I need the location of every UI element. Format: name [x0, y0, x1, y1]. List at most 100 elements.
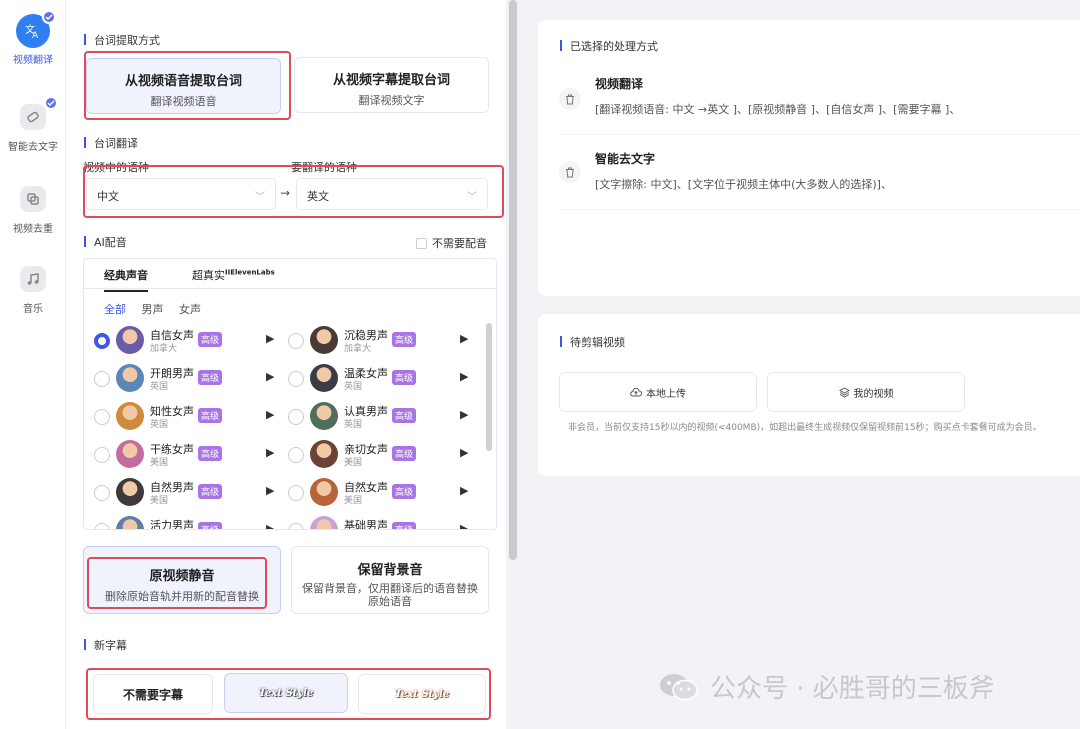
voice-item[interactable]: 干练女声 美国 高级 ▶ [94, 439, 284, 471]
voice-name: 活力男声 [150, 519, 194, 530]
premium-badge: 高级 [198, 332, 223, 347]
play-icon[interactable]: ▶ [266, 484, 274, 497]
premium-badge: 高级 [392, 446, 417, 461]
my-video-button[interactable]: 我的视频 [767, 372, 965, 412]
option-subtitle: 翻译视频文字 [358, 94, 425, 107]
wechat-icon [660, 673, 698, 700]
watermark: 公众号 · 必胜哥的三板斧 [658, 668, 995, 705]
voice-region: 美国 [344, 496, 363, 506]
nav-label: 智能去文字 [8, 142, 58, 153]
voice-radio[interactable] [288, 485, 304, 501]
premium-badge: 高级 [392, 484, 417, 499]
voice-radio[interactable] [94, 409, 110, 425]
voice-region: 美国 [344, 458, 363, 468]
nav-item-video-translate[interactable]: 文A 视频翻译 [0, 10, 66, 66]
play-icon[interactable]: ▶ [266, 370, 274, 383]
trash-icon[interactable] [559, 88, 581, 110]
watermark-text: 公众号 · 必胜哥的三板斧 [710, 674, 995, 704]
avatar [116, 326, 144, 354]
music-icon [20, 266, 46, 292]
voice-item[interactable]: 知性女声 英国 高级 ▶ [94, 401, 284, 433]
play-icon[interactable]: ▶ [460, 522, 468, 529]
play-icon[interactable]: ▶ [460, 332, 468, 345]
extract-option-subtitle[interactable]: 从视频字幕提取台词 翻译视频文字 [294, 57, 489, 113]
no-dub-checkbox[interactable]: 不需要配音 [416, 235, 487, 251]
voice-radio[interactable] [94, 523, 110, 529]
play-icon[interactable]: ▶ [266, 408, 274, 421]
section-title-dubbing: AI配音 [84, 234, 127, 250]
highlight-box [84, 51, 291, 120]
play-icon[interactable]: ▶ [266, 446, 274, 459]
voice-region: 英国 [344, 420, 363, 430]
voice-radio[interactable] [288, 409, 304, 425]
section-title-extract: 台词提取方式 [84, 32, 160, 48]
highlight-box [87, 557, 267, 609]
voice-item[interactable]: 温柔女声 英国 高级 ▶ [288, 363, 478, 395]
nav-item-music[interactable]: 音乐 [0, 262, 66, 315]
play-icon[interactable]: ▶ [460, 370, 468, 383]
voice-item[interactable]: 亲切女声 美国 高级 ▶ [288, 439, 478, 471]
elevenlabs-label: IIElevenLabs [225, 268, 275, 277]
nav-label: 音乐 [23, 304, 43, 315]
premium-badge: 高级 [198, 484, 223, 499]
option-title: 从视频字幕提取台词 [332, 73, 450, 88]
voice-radio[interactable] [288, 371, 304, 387]
avatar [116, 516, 144, 529]
divider [560, 209, 1080, 210]
method-title: 智能去文字 [595, 152, 656, 166]
trash-icon[interactable] [559, 161, 581, 183]
avatar [310, 402, 338, 430]
nav-item-remove-text[interactable]: 智能去文字 [0, 96, 66, 153]
filter-female[interactable]: 女声 [179, 303, 201, 316]
avatar [116, 440, 144, 468]
play-icon[interactable]: ▶ [266, 522, 274, 529]
method-desc: [文字擦除: 中文]、[文字位于视频主体中(大多数人的选择)]、 [595, 178, 892, 191]
play-icon[interactable]: ▶ [266, 332, 274, 345]
voice-item[interactable]: 认真男声 英国 高级 ▶ [288, 401, 478, 433]
voice-name: 基础男声 [344, 519, 388, 530]
member-note: 非会员，当前仅支持15秒以内的视频(<400MB)，如超出最终生成视频仅保留视频… [568, 423, 1042, 433]
voice-radio[interactable] [94, 485, 110, 501]
voice-radio[interactable] [288, 447, 304, 463]
voice-radio[interactable] [288, 523, 304, 529]
audio-option-keep-bg[interactable]: 保留背景音 保留背景音，仅用翻译后的语音替换原始语音 [291, 546, 489, 614]
settings-panel: 台词提取方式 从视频语音提取台词 翻译视频语音 从视频字幕提取台词 翻译视频文字… [66, 0, 506, 729]
filter-male[interactable]: 男声 [142, 303, 164, 316]
selected-methods-card: 已选择的处理方式 视频翻译 [翻译视频语音: 中文 →英文 ]、[原视频静音 ]… [538, 20, 1080, 296]
dedupe-icon [20, 186, 46, 212]
voice-region: 美国 [150, 458, 169, 468]
premium-badge: 高级 [198, 522, 223, 529]
play-icon[interactable]: ▶ [460, 446, 468, 459]
voice-item[interactable]: 自信女声 加拿大 高级 ▶ [94, 325, 284, 357]
play-icon[interactable]: ▶ [460, 484, 468, 497]
highlight-box [86, 668, 491, 720]
checkbox-icon [416, 237, 427, 249]
voice-region: 英国 [150, 382, 169, 392]
filter-all[interactable]: 全部 [104, 303, 126, 316]
avatar [310, 326, 338, 354]
voice-radio[interactable] [288, 333, 304, 349]
nav-item-dedupe[interactable]: 视频去重 [0, 182, 66, 235]
voice-region: 英国 [150, 420, 169, 430]
tab-ultra-real[interactable]: 超真实IIElevenLabs [192, 267, 275, 283]
avatar [116, 402, 144, 430]
premium-badge: 高级 [198, 370, 223, 385]
voice-radio[interactable] [94, 333, 110, 349]
voice-item[interactable]: 开朗男声 英国 高级 ▶ [94, 363, 284, 395]
voice-item[interactable]: 基础男声高级 ▶ [288, 515, 478, 530]
voice-radio[interactable] [94, 447, 110, 463]
voice-item[interactable]: 活力男声高级 ▶ [94, 515, 284, 530]
voice-item[interactable]: 自然男声 美国 高级 ▶ [94, 477, 284, 509]
scrollbar[interactable] [486, 323, 492, 451]
voice-item[interactable]: 沉稳男声 加拿大 高级 ▶ [288, 325, 478, 357]
voice-item[interactable]: 自然女声 美国 高级 ▶ [288, 477, 478, 509]
local-upload-button[interactable]: 本地上传 [559, 372, 757, 412]
check-icon [44, 96, 58, 110]
side-nav: 文A 视频翻译 智能去文字 视频去重 音乐 [0, 0, 66, 729]
checkbox-label: 不需要配音 [432, 237, 487, 250]
play-icon[interactable]: ▶ [460, 408, 468, 421]
panel-scrollbar[interactable] [509, 0, 517, 560]
cloud-upload-icon [630, 387, 642, 397]
tab-classic[interactable]: 经典声音 [104, 267, 148, 292]
voice-radio[interactable] [94, 371, 110, 387]
